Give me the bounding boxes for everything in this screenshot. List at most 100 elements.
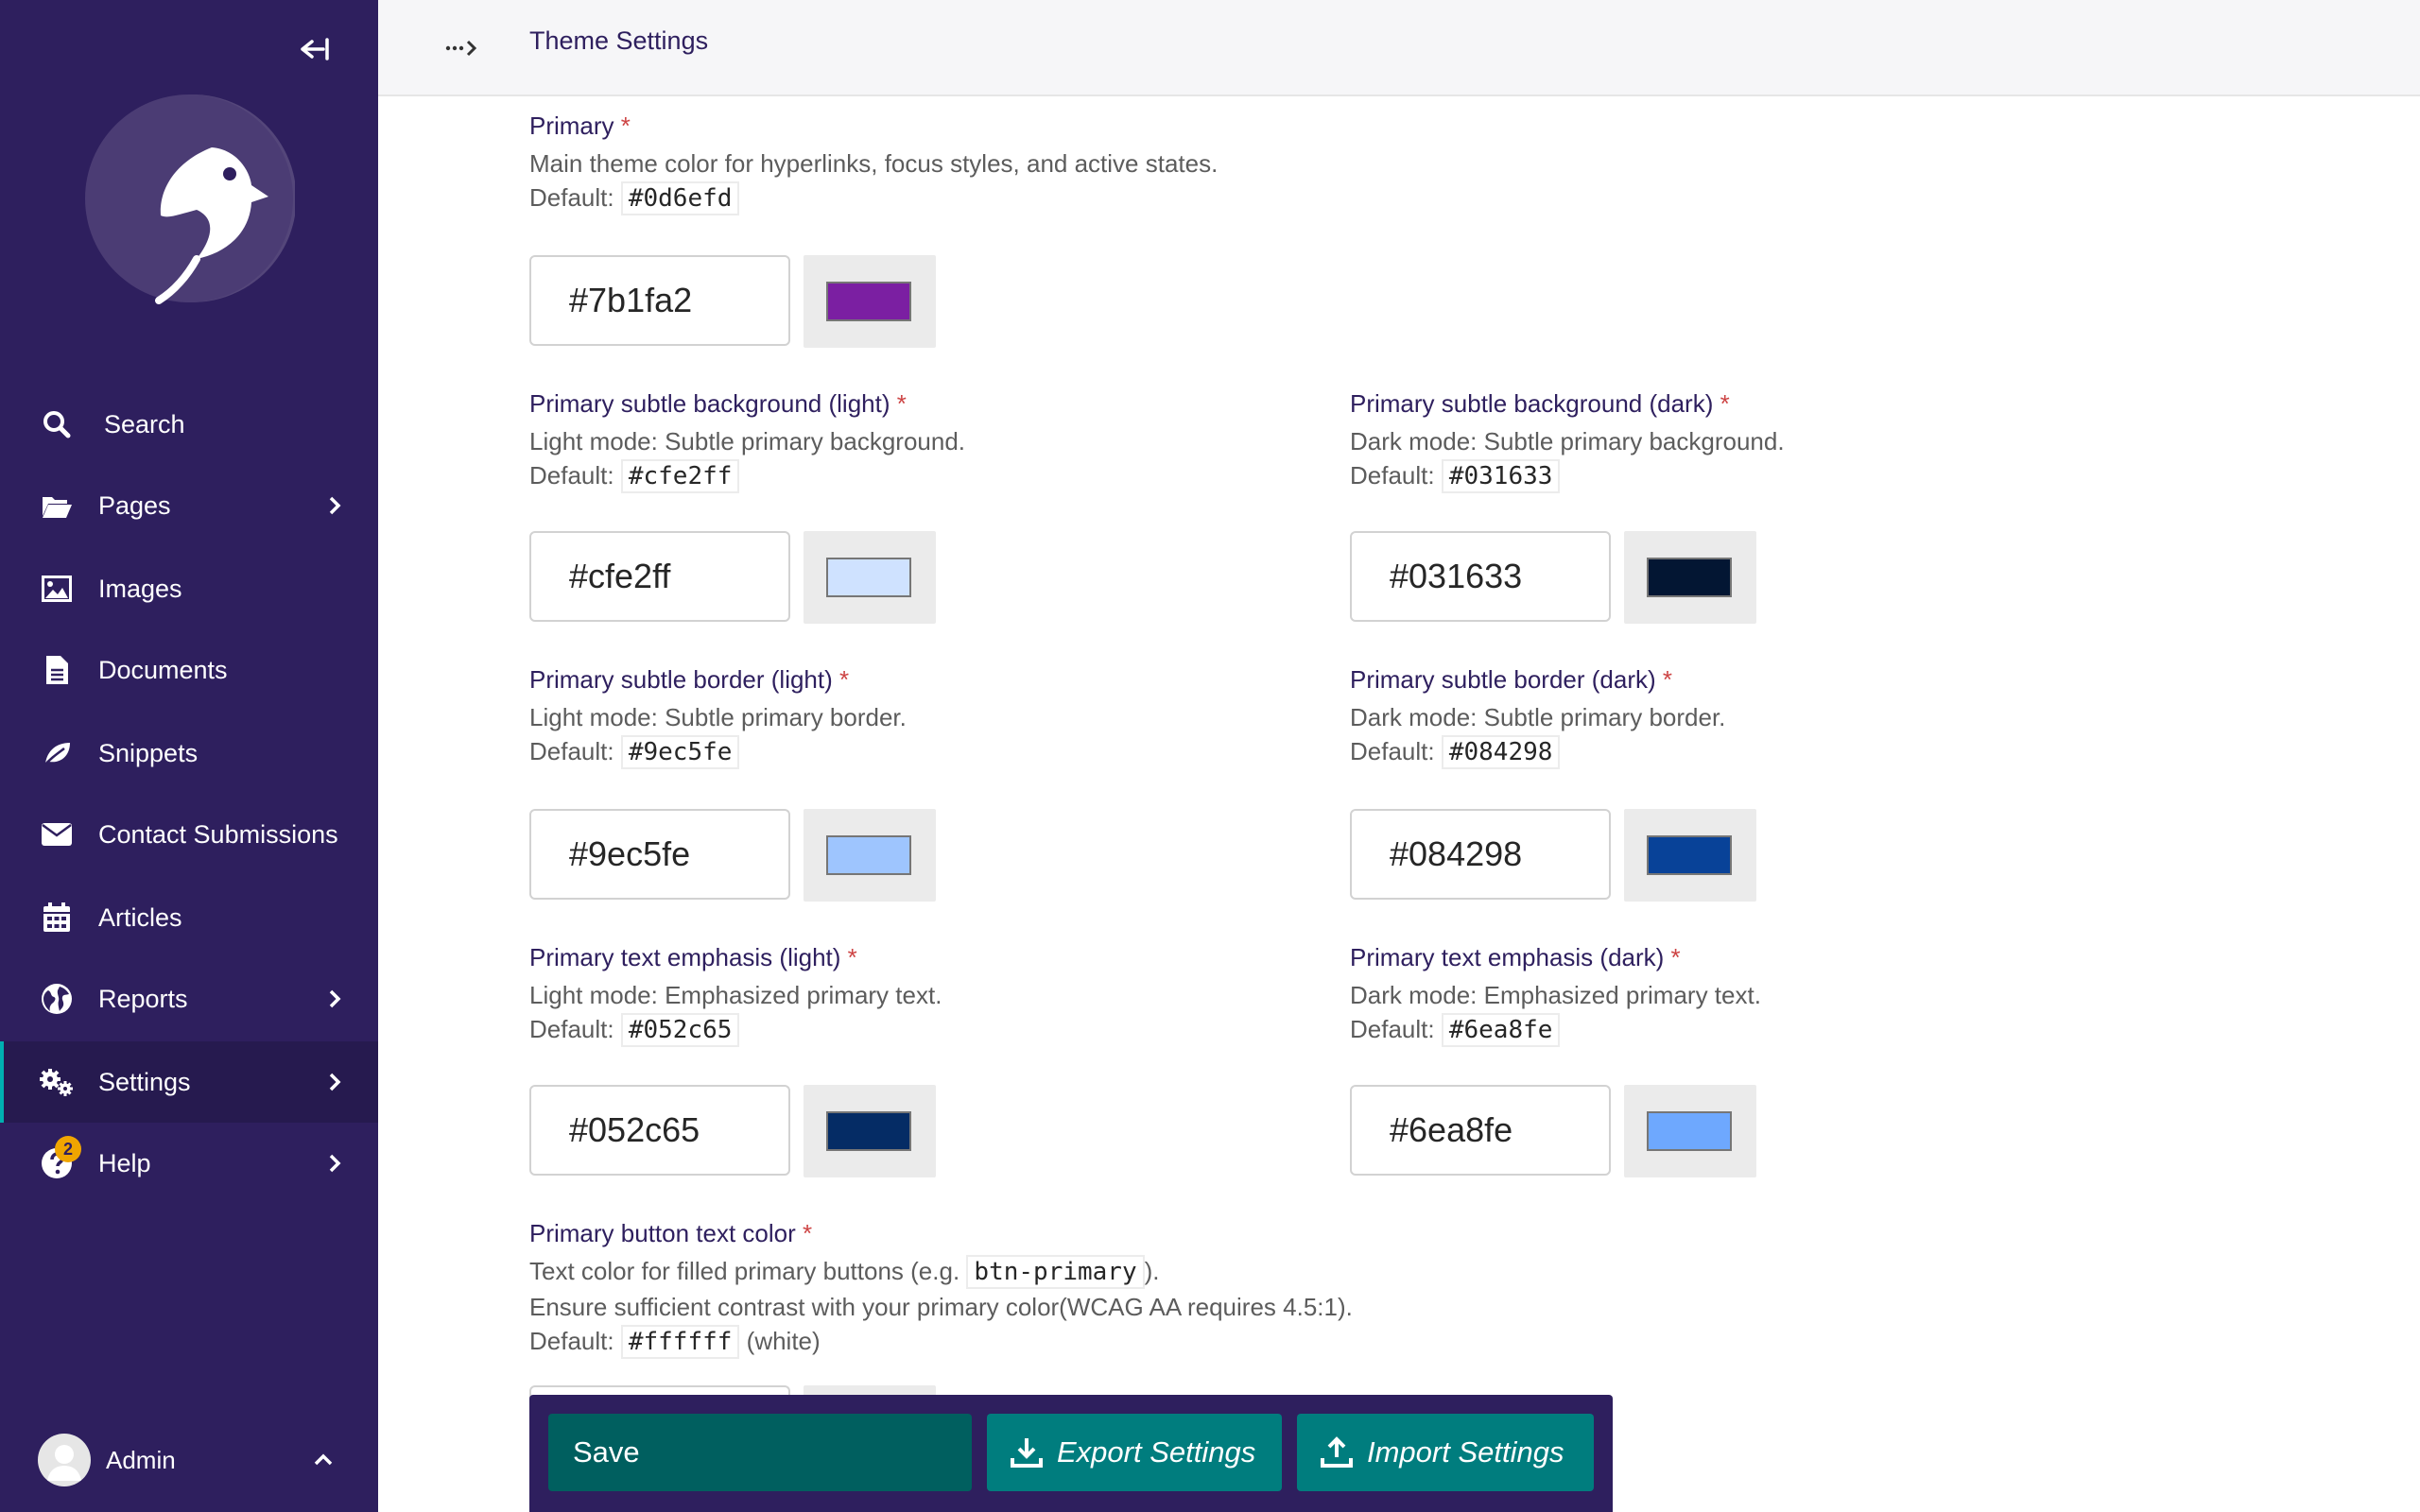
default-value: #052c65 [620, 1013, 740, 1047]
primary-text-emphasis-light-input[interactable] [529, 1085, 790, 1176]
color-swatch [1647, 558, 1732, 597]
color-picker-button[interactable] [1624, 809, 1756, 902]
sidebar-item-articles[interactable]: Articles [0, 877, 378, 958]
sidebar-item-label: Documents [98, 655, 228, 684]
field-label: Primary subtle border (light) * [529, 665, 850, 694]
field-label: Primary text emphasis (light) * [529, 943, 857, 971]
field-default: Default: #9ec5fe [529, 735, 740, 769]
sidebar-item-snippets[interactable]: Snippets [0, 713, 378, 794]
field-help: Dark mode: Subtle primary background. [1350, 427, 1785, 455]
sidebar-item-label: Search [104, 409, 185, 438]
field-label: Primary button text color * [529, 1219, 813, 1247]
default-value: #084298 [1441, 735, 1561, 769]
default-value: #cfe2ff [620, 459, 740, 493]
required-marker: * [896, 389, 907, 418]
sidebar-item-help[interactable]: 2 Help [0, 1123, 378, 1204]
globe-icon [40, 982, 74, 1016]
settings-form: Primary * Main theme color for hyperlink… [378, 96, 2420, 1512]
default-value: #9ec5fe [620, 735, 740, 769]
document-icon [40, 653, 74, 687]
color-picker-button[interactable] [1624, 1085, 1756, 1177]
color-picker-button[interactable] [804, 1085, 936, 1177]
field-default: Default: #031633 [1350, 459, 1561, 493]
search-icon [40, 407, 74, 441]
field-default: Default: #cfe2ff [529, 459, 740, 493]
folder-open-icon [40, 489, 74, 523]
color-picker-button[interactable] [804, 255, 936, 348]
field-help-secondary: Ensure sufficient contrast with your pri… [529, 1293, 1353, 1321]
header: Theme Settings [378, 0, 2420, 96]
sidebar-item-label: Reports [98, 984, 188, 1013]
chevron-right-icon [325, 988, 344, 1010]
account-name: Admin [106, 1445, 176, 1474]
sidebar-item-label: Settings [98, 1067, 191, 1096]
field-label: Primary subtle background (dark) * [1350, 389, 1730, 418]
sidebar-item-search[interactable]: Search [0, 384, 378, 465]
primary-subtle-border-dark-input[interactable] [1350, 809, 1611, 900]
sidebar-item-pages[interactable]: Pages [0, 465, 378, 546]
required-marker: * [1662, 665, 1673, 694]
color-picker-button[interactable] [1624, 531, 1756, 624]
field-default: Default: #0d6efd [529, 181, 740, 215]
color-picker-button[interactable] [804, 531, 936, 624]
cogs-icon [40, 1065, 74, 1099]
sidebar-item-label: Images [98, 574, 182, 603]
sidebar-item-documents[interactable]: Documents [0, 629, 378, 711]
field-label: Primary * [529, 112, 631, 140]
sidebar-item-reports[interactable]: Reports [0, 958, 378, 1040]
field-label: Primary subtle border (dark) * [1350, 665, 1673, 694]
envelope-icon [40, 817, 74, 851]
required-marker: * [803, 1219, 813, 1247]
color-swatch [826, 282, 911, 321]
color-picker-button[interactable] [804, 809, 936, 902]
account-menu[interactable]: Admin [0, 1427, 378, 1493]
field-label: Primary subtle background (light) * [529, 389, 907, 418]
field-help: Light mode: Emphasized primary text. [529, 981, 942, 1009]
field-help: Light mode: Subtle primary border. [529, 703, 907, 731]
sidebar-item-contact-submissions[interactable]: Contact Submissions [0, 794, 378, 875]
breadcrumb-toggle-icon[interactable] [444, 34, 482, 60]
primary-subtle-border-light-input[interactable] [529, 809, 790, 900]
required-marker: * [1670, 943, 1681, 971]
primary-color-input[interactable] [529, 255, 790, 346]
primary-subtle-bg-light-input[interactable] [529, 531, 790, 622]
default-value: #0d6efd [620, 181, 740, 215]
default-value: #6ea8fe [1441, 1013, 1561, 1047]
import-settings-button[interactable]: Import Settings [1297, 1414, 1594, 1491]
sidebar-item-label: Help [98, 1148, 151, 1177]
chevron-right-icon [325, 1152, 344, 1175]
save-button[interactable]: Save [548, 1414, 972, 1491]
required-marker: * [620, 112, 631, 140]
chevron-up-icon [312, 1451, 335, 1469]
field-default: Default: #6ea8fe [1350, 1013, 1561, 1047]
sidebar-item-label: Pages [98, 490, 171, 520]
sidebar-item-label: Articles [98, 902, 182, 932]
field-help: Main theme color for hyperlinks, focus s… [529, 149, 1219, 178]
chevron-right-icon [325, 1071, 344, 1093]
field-default: Default: #052c65 [529, 1013, 740, 1047]
default-value: #ffffff [620, 1325, 740, 1359]
sidebar-item-label: Snippets [98, 738, 199, 767]
color-swatch [1647, 835, 1732, 875]
default-value: #031633 [1441, 459, 1561, 493]
image-icon [40, 572, 74, 606]
primary-subtle-bg-dark-input[interactable] [1350, 531, 1611, 622]
export-settings-label: Export Settings [1057, 1435, 1256, 1469]
wagtail-logo[interactable] [83, 93, 297, 304]
notification-badge: 2 [55, 1136, 81, 1162]
footer-actions: Save Export Settings Import Settings [529, 1395, 1613, 1512]
upload-icon [1320, 1435, 1354, 1469]
primary-text-emphasis-dark-input[interactable] [1350, 1085, 1611, 1176]
field-help: Dark mode: Subtle primary border. [1350, 703, 1726, 731]
required-marker: * [1720, 389, 1730, 418]
export-settings-button[interactable]: Export Settings [987, 1414, 1282, 1491]
save-button-label: Save [573, 1435, 640, 1469]
calendar-icon [40, 901, 74, 935]
download-icon [1010, 1435, 1044, 1469]
sidebar-item-images[interactable]: Images [0, 548, 378, 629]
color-swatch [826, 558, 911, 597]
sidebar: Search Pages Images Documents Snippets C… [0, 0, 378, 1512]
sidebar-item-settings[interactable]: Settings [0, 1041, 378, 1123]
color-swatch [826, 835, 911, 875]
collapse-sidebar-icon[interactable] [295, 32, 337, 66]
